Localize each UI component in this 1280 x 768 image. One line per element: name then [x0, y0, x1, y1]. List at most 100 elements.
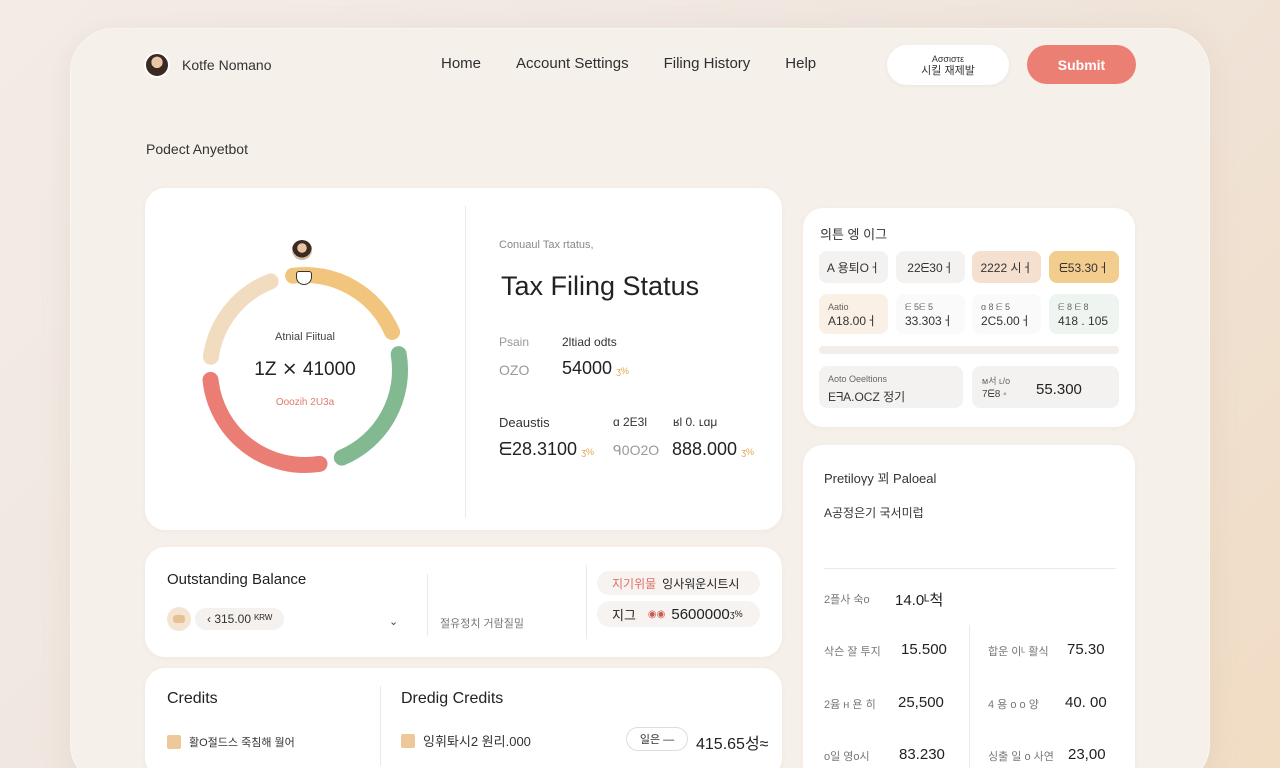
summary-tile[interactable]: A 용퇴Oㅓ: [819, 251, 888, 283]
divider: [465, 206, 466, 518]
breakdown-first-label: 2플사 숙ᴏ: [824, 594, 870, 606]
auto-deductions-box[interactable]: Aoto Oeeltions EᖷA.OCZ 정기: [819, 366, 963, 408]
balance-status-pill[interactable]: 지기위물 잉사워운시트시: [597, 571, 760, 595]
credits-amount: 415.65성≈: [696, 736, 769, 753]
user-profile[interactable]: Kotfe Nomano: [144, 52, 272, 78]
stat-label-b: 2ltiad odts: [562, 335, 617, 349]
assistant-pill-line2: 시킬 재제발: [921, 65, 975, 77]
nav-account-settings[interactable]: Account Settings: [516, 55, 629, 72]
stat-label-c: ɑ 2Ε3l: [613, 415, 648, 429]
pending-credits-row: 잉휘톼시2 원리.000: [401, 731, 531, 750]
chevron-down-icon[interactable]: ⌄: [389, 615, 398, 628]
divider: [969, 625, 970, 768]
summary-tile[interactable]: ᗴ53.30ㅓ: [1049, 251, 1119, 283]
balance-status-alert: 지기위물: [612, 576, 657, 591]
stat-label-d: ʁl 0. ʟɑμ: [673, 415, 718, 429]
breakdown-value: 83.230: [899, 746, 945, 763]
balance-total-suffix: ʒ%: [729, 609, 743, 619]
nav-help[interactable]: Help: [785, 55, 816, 72]
breakdown-label: ᴏ일 영ᴏ시: [824, 751, 870, 763]
payment-breakdown-card: Pretiloγy 꾀 Paloeal A공정은기 국서미럽 2플사 숙ᴏ 14…: [803, 445, 1135, 768]
box-icon: [167, 735, 181, 749]
assistant-pill-button[interactable]: Aσσιστε 시킬 재제발: [887, 45, 1009, 85]
main-nav: Home Account Settings Filing History Hel…: [441, 55, 816, 72]
nav-filing-history[interactable]: Filing History: [664, 55, 751, 72]
page-title: Podect Anyetbot: [146, 141, 248, 157]
summary-tile-detail[interactable]: ɑ 8 ᗴ 5 2C5.00ㅓ: [972, 294, 1041, 334]
balance-total-pill[interactable]: 지그 ◉◉ 5600000 ʒ%: [597, 601, 760, 627]
credits-select-chip[interactable]: 일은 —: [626, 727, 688, 751]
summary-tile[interactable]: 22ᗴ30ㅓ: [896, 251, 965, 283]
assistant-pill-line1: Aσσιστε: [931, 54, 965, 64]
summary-tile-detail[interactable]: ᗴ 5ᗴ 5 33.303ㅓ: [896, 294, 965, 334]
outstanding-balance-card: Outstanding Balance ‹ 315.00 ᴷᴿᵂ ⌄ 절유정치 …: [145, 547, 782, 657]
credits-row: 활O절드스 죽침해 월어: [167, 734, 295, 750]
credits-title: Credits: [167, 690, 218, 707]
stat-value-b: 54000 ʒ%: [562, 358, 629, 379]
breakdown-label: 싱출 일 ᴏ 사연: [988, 751, 1054, 763]
auto-deductions-value: EᖷA.OCZ 정기: [828, 390, 906, 404]
divider: [427, 574, 428, 636]
divider: [824, 568, 1116, 569]
tile-detail-value: 33.303ㅓ: [905, 314, 953, 328]
breakdown-value: 15.500: [901, 641, 947, 658]
breakdown-label: 2윰 ʜ 욘 히: [824, 699, 876, 711]
donut-segment-3: [202, 371, 328, 473]
breakdown-value: 23,00: [1068, 746, 1106, 763]
total-box-sublabel: 7ᗴ8 ◦: [982, 389, 1007, 400]
stat-value-e-number: 888.000: [672, 439, 738, 459]
ring-subtext: Ooozih 2U3a: [275, 397, 335, 408]
total-box[interactable]: ᴍ서 ʟ/ᴏ 7ᗴ8 ◦ 55.300: [972, 366, 1119, 408]
stat-value-b-number: 54000: [562, 358, 613, 378]
breakdown-value: 75.30: [1067, 641, 1105, 658]
tile-detail-value: 418 . 105: [1058, 314, 1109, 328]
balance-amount-chip[interactable]: ‹ 315.00 ᴷᴿᵂ: [195, 608, 285, 630]
summary-tile-detail[interactable]: Aatio A18.00ㅓ: [819, 294, 888, 334]
tax-status-card: Atnial Fiitual 1Z ⨯ 41000 Ooozih 2U3a Co…: [145, 188, 782, 530]
pending-credits-row-text: 잉휘톼시2 원리.000: [423, 734, 531, 749]
stat-value-b-suffix: ʒ%: [616, 366, 629, 376]
current-status-label: Conuaul Tax rtatus,: [499, 239, 594, 251]
pending-credits-title: Dredig Credits: [401, 690, 504, 707]
breakdown-value: 40. 00: [1065, 694, 1107, 711]
outstanding-balance-title: Outstanding Balance: [167, 571, 307, 588]
balance-status-text: 잉사워운시트시: [662, 576, 740, 591]
stat-label-a: Psain: [499, 335, 530, 349]
ring-value: 1Z ⨯ 41000: [254, 359, 356, 380]
tax-filing-status-title: Tax Filing Status: [501, 271, 700, 301]
breakdown-first-value: 14.0ᴸ척: [895, 592, 944, 609]
breakdown-label: 삭슨 잘 투지: [824, 646, 881, 658]
divider: [380, 686, 381, 766]
nav-home[interactable]: Home: [441, 55, 481, 72]
tile-detail-label: ᗴ 8 ᗴ 8: [1058, 302, 1089, 312]
stat-value-e-suffix: ʒ%: [741, 447, 754, 457]
payment-breakdown-title: Pretiloγy 꾀 Paloeal: [824, 471, 937, 486]
ring-label: Atnial Fiitual: [275, 331, 335, 343]
divider: [586, 565, 587, 639]
payment-breakdown-subtitle: A공정은기 국서미럽: [824, 506, 924, 520]
breakdown-label: 4 용 ᴏ ᴏ 양: [988, 699, 1039, 711]
summary-tiles-card: 의튼 엥 이그 A 용퇴Oㅓ 22ᗴ30ㅓ 2222 시ㅓ ᗴ53.30ㅓ Aa…: [803, 208, 1135, 427]
breakdown-label: 합운 이ᴸ 활식: [988, 646, 1049, 658]
tile-detail-label: ᗴ 5ᗴ 5: [905, 302, 934, 312]
auto-deductions-label: Aoto Oeeltions: [828, 374, 888, 384]
stat-value-d: ᑫ0O2O: [613, 442, 660, 458]
summary-tile[interactable]: 2222 시ㅓ: [972, 251, 1041, 283]
stat-value-a: OZO: [499, 362, 530, 378]
status-avatar-icon: [292, 240, 312, 260]
tile-detail-label: ɑ 8 ᗴ 5: [981, 302, 1011, 312]
summary-progress-bar: [819, 346, 1119, 354]
stat-value-c: ᗴ28.3100 ʒ%: [499, 439, 594, 460]
balance-total-value: 5600000: [671, 605, 730, 623]
summary-tile-detail[interactable]: ᗴ 8 ᗴ 8 418 . 105: [1049, 294, 1119, 334]
balance-note: 절유정치 거람질밀: [440, 618, 525, 630]
donut-segment-0: [202, 273, 279, 365]
avatar[interactable]: [144, 52, 170, 78]
eyes-icon: ◉◉: [647, 608, 666, 620]
credits-card: Credits 활O절드스 죽침해 월어 Dredig Credits 잉휘톼시…: [145, 668, 782, 768]
credits-row-text: 활O절드스 죽침해 월어: [189, 737, 295, 749]
user-name: Kotfe Nomano: [182, 57, 272, 73]
submit-button[interactable]: Submit: [1027, 45, 1136, 84]
stat-value-c-number: ᗴ28.3100: [499, 439, 578, 459]
stat-value-e: 888.000 ʒ%: [672, 439, 754, 460]
